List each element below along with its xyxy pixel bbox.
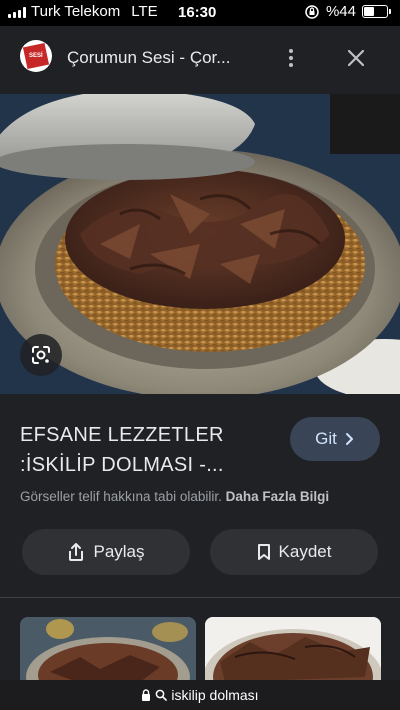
orientation-lock-icon [305,4,319,19]
result-title[interactable]: EFSANE LEZZETLER :İSKİLİP DOLMASI -... [20,420,280,480]
address-bar[interactable]: iskilip dolması [0,680,400,710]
share-label: Paylaş [93,542,145,561]
related-image-thumbnail[interactable] [20,617,196,687]
lock-icon [142,689,151,701]
bookmark-icon [257,544,270,560]
status-bar: Turk Telekom LTE 16:30 %44 [0,0,400,26]
save-button[interactable]: Kaydet [210,529,378,575]
carrier-name: Turk Telekom [31,3,121,20]
more-info-link[interactable]: Daha Fazla Bilgi [226,489,330,504]
status-right: %44 [304,3,391,20]
more-vertical-icon [289,49,293,53]
copyright-notice: Görseller telif hakkına tabi olabilir. D… [20,489,329,504]
related-dish-2 [205,617,381,687]
battery-percentage: %44 [325,3,356,20]
save-label: Kaydet [278,542,332,561]
chevron-right-icon [345,433,353,445]
site-logo[interactable]: SESİ [20,40,52,72]
related-dish-1 [20,617,196,687]
address-bar-text: iskilip dolması [171,687,259,703]
battery-icon [362,5,391,18]
share-button[interactable]: Paylaş [22,529,190,575]
related-image-thumbnail[interactable] [205,617,381,687]
share-icon [69,543,84,561]
copyright-text: Görseller telif hakkına tabi olabilir. [20,489,222,504]
logo-text: SESİ [29,53,43,59]
status-left: Turk Telekom LTE [8,3,158,20]
close-icon[interactable] [344,46,368,70]
result-title-line-1: EFSANE LEZZETLER [20,424,224,446]
source-site-title[interactable]: Çorumun Sesi - Çor... [67,48,257,68]
viewer-header: SESİ Çorumun Sesi - Çor... [0,26,400,94]
battery-fill [364,7,374,16]
signal-strength-icon [8,6,26,18]
clock: 16:30 [178,4,217,21]
logo-mark: SESİ [22,42,50,70]
google-lens-button[interactable] [20,334,62,376]
network-type: LTE [131,3,158,20]
visit-button[interactable]: Git [290,417,380,461]
google-lens-icon [32,346,50,364]
section-divider [0,597,400,598]
result-title-line-2: :İSKİLİP DOLMASI -... [20,454,224,476]
more-options-button[interactable] [280,46,302,70]
search-icon [156,689,168,701]
visit-button-label: Git [315,429,337,448]
